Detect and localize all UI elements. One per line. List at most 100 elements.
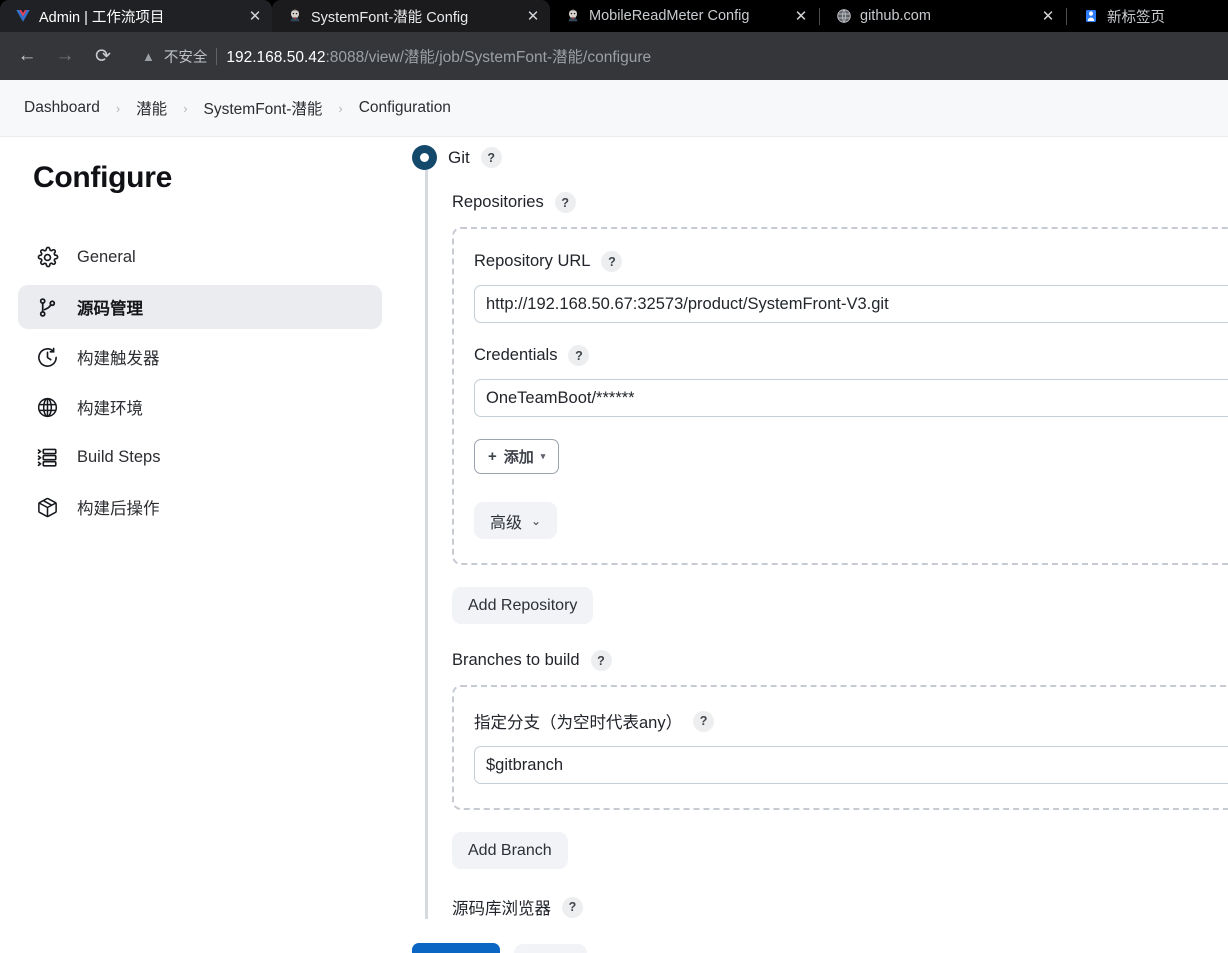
chevron-right-icon: ›	[338, 100, 343, 116]
branches-section-label: Branches to build ?	[452, 650, 1228, 671]
advanced-row: 高级 ⌄	[474, 502, 1228, 539]
radio-git-selected[interactable]	[412, 145, 437, 170]
sidebar-item-build-environment[interactable]: 构建环境	[18, 385, 382, 429]
breadcrumb-item-view[interactable]: 潜能	[130, 95, 173, 121]
reload-icon[interactable]: ⟳	[86, 39, 120, 73]
source-control-branch-icon	[34, 294, 60, 320]
repository-block: Repository URL ? http://192.168.50.67:32…	[452, 227, 1228, 565]
tab-divider	[819, 7, 820, 25]
repository-browser-label-text: 源码库浏览器	[452, 900, 551, 918]
sidebar-item-build-steps[interactable]: Build Steps	[18, 435, 382, 479]
help-icon[interactable]: ?	[568, 345, 590, 366]
credentials-label-text: Credentials	[474, 346, 558, 364]
sidebar-item-label: 构建环境	[77, 400, 143, 418]
branch-spec-label-text: 指定分支（为空时代表any）	[474, 714, 683, 732]
help-icon[interactable]: ?	[562, 896, 583, 918]
sidebar-item-label: General	[77, 247, 136, 266]
url-host: 192.168.50.42	[226, 49, 326, 66]
url-path: :8088/view/潜能/job/SystemFont-潜能/configur…	[325, 49, 652, 66]
page-body: Configure General 源码管理 构建触发器 构建环境 Build …	[0, 137, 1228, 953]
repository-url-label: Repository URL ?	[474, 251, 1228, 272]
branch-spec-input[interactable]: $gitbranch	[474, 746, 1228, 784]
git-section-body: Repositories ? Repository URL ? http://1…	[425, 170, 1228, 919]
form-action-bar: Save Apply	[412, 943, 587, 953]
security-label: 不安全	[163, 49, 208, 66]
save-button[interactable]: Save	[412, 943, 501, 953]
page-title: Configure	[33, 161, 172, 194]
close-icon[interactable]: ✕	[244, 5, 266, 27]
breadcrumb-item-job[interactable]: SystemFont-潜能	[198, 95, 329, 121]
not-secure-warning-icon[interactable]: ▲	[142, 50, 155, 63]
add-credential-button[interactable]: + 添加 ▾	[474, 439, 560, 474]
configure-sidebar: Configure General 源码管理 构建触发器 构建环境 Build …	[0, 137, 400, 953]
jenkins-icon	[286, 8, 303, 25]
browser-tab-title: github.com	[860, 8, 931, 24]
close-icon[interactable]: ✕	[522, 5, 544, 27]
clock-icon	[34, 344, 60, 370]
chevron-right-icon: ›	[115, 100, 121, 116]
scm-git-label: Git	[448, 147, 470, 167]
sidebar-item-label: 源码管理	[77, 300, 143, 318]
breadcrumb-item-dashboard[interactable]: Dashboard	[18, 97, 106, 119]
arrow-right-icon[interactable]: →	[48, 39, 82, 73]
newtab-icon	[1082, 8, 1099, 25]
repositories-section-label: Repositories ?	[452, 192, 1228, 213]
sidebar-item-post-build-actions[interactable]: 构建后操作	[18, 485, 382, 529]
close-icon[interactable]: ✕	[1037, 5, 1059, 27]
branch-block: 指定分支（为空时代表any） ? $gitbranch	[452, 685, 1228, 810]
repository-url-input[interactable]: http://192.168.50.67:32573/product/Syste…	[474, 285, 1228, 323]
branches-label-text: Branches to build	[452, 651, 580, 669]
help-icon[interactable]: ?	[590, 650, 612, 671]
branch-spec-label: 指定分支（为空时代表any） ?	[474, 709, 1228, 733]
browser-tab-0[interactable]: Admin | 工作流项目 ✕	[0, 0, 272, 32]
help-icon[interactable]: ?	[554, 192, 576, 213]
help-icon[interactable]: ?	[601, 251, 623, 272]
browser-tab-title: Admin | 工作流项目	[39, 9, 165, 26]
add-credential-label: 添加	[503, 449, 534, 466]
browser-toolbar: ← → ⟳ ▲ 不安全 192.168.50.42:8088/view/潜能/j…	[0, 32, 1228, 80]
repositories-label-text: Repositories	[452, 193, 544, 211]
sidebar-item-label: Build Steps	[77, 447, 161, 466]
chevron-right-icon: ›	[183, 100, 188, 116]
chevron-down-icon: ⌄	[531, 513, 542, 528]
globe-icon	[835, 8, 852, 25]
browser-tab-2[interactable]: MobileReadMeter Config ✕	[550, 0, 818, 32]
omnibox-divider	[216, 47, 218, 65]
package-box-icon	[34, 494, 60, 520]
scm-git-radio-row[interactable]: Git ?	[400, 137, 1228, 170]
advanced-toggle-button[interactable]: 高级 ⌄	[474, 502, 558, 539]
address-bar[interactable]: ▲ 不安全 192.168.50.42:8088/view/潜能/job/Sys…	[130, 40, 1218, 72]
browser-tab-3[interactable]: github.com ✕	[821, 0, 1065, 32]
add-branch-button[interactable]: Add Branch	[452, 832, 568, 869]
arrow-left-icon[interactable]: ←	[10, 39, 44, 73]
browser-tab-title: MobileReadMeter Config	[589, 8, 750, 24]
browser-tab-1[interactable]: SystemFont-潜能 Config ✕	[272, 0, 550, 32]
sidebar-item-source-control[interactable]: 源码管理	[18, 285, 382, 329]
breadcrumb-item-configuration[interactable]: Configuration	[353, 97, 457, 119]
advanced-label: 高级	[490, 514, 523, 532]
browser-tab-title: SystemFont-潜能 Config	[311, 9, 469, 26]
breadcrumb: Dashboard › 潜能 › SystemFont-潜能 › Configu…	[0, 80, 1228, 137]
globe-icon	[34, 394, 60, 420]
repository-browser-label: 源码库浏览器 ?	[452, 895, 1228, 919]
credentials-select[interactable]: OneTeamBoot/******	[474, 379, 1228, 417]
vue-icon	[14, 8, 31, 25]
help-icon[interactable]: ?	[693, 710, 715, 732]
sidebar-item-label: 构建触发器	[77, 350, 160, 368]
tab-divider	[1066, 7, 1067, 25]
add-branch-row: Add Branch	[452, 832, 1228, 869]
chevron-down-icon: ▾	[540, 451, 546, 461]
credentials-label: Credentials ?	[474, 345, 1228, 366]
address-bar-url: 192.168.50.42:8088/view/潜能/job/SystemFon…	[226, 45, 651, 67]
repository-url-label-text: Repository URL	[474, 252, 591, 270]
add-repository-button[interactable]: Add Repository	[452, 587, 594, 624]
browser-tab-4[interactable]: 新标签页	[1068, 0, 1218, 32]
help-icon[interactable]: ?	[480, 147, 502, 168]
close-icon[interactable]: ✕	[790, 5, 812, 27]
sidebar-item-build-triggers[interactable]: 构建触发器	[18, 335, 382, 379]
browser-chrome: Admin | 工作流项目 ✕ SystemFont-潜能 Config ✕ M…	[0, 0, 1228, 80]
sidebar-item-general[interactable]: General	[18, 235, 382, 279]
browser-tab-title: 新标签页	[1107, 9, 1165, 26]
jenkins-icon	[564, 8, 581, 25]
apply-button[interactable]: Apply	[514, 943, 587, 953]
